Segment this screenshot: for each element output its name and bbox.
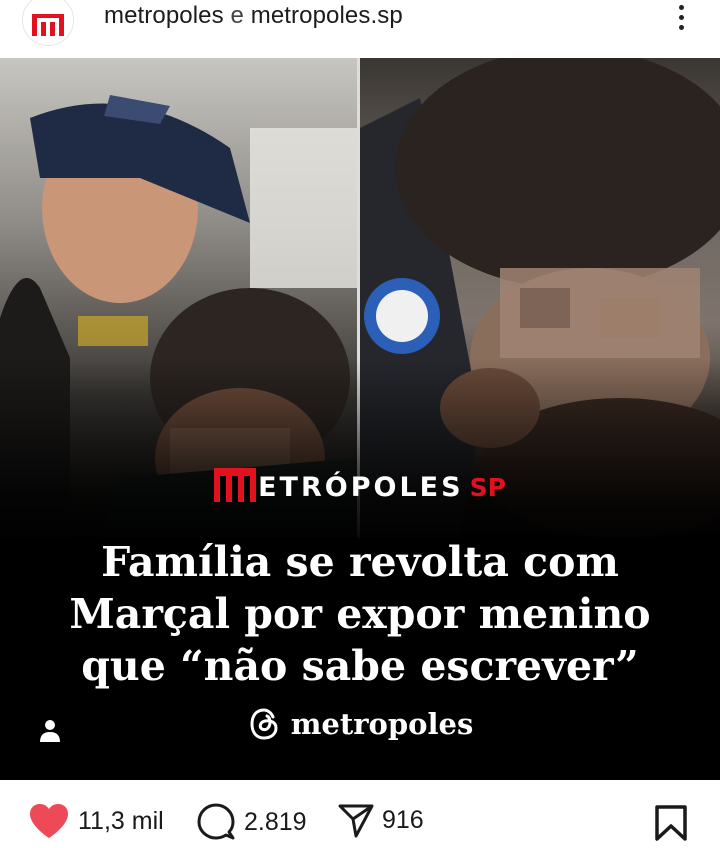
- threads-handle: metropoles: [290, 707, 474, 741]
- headline-line-1: Família se revolta com: [101, 538, 619, 586]
- headline-line-3: que “não sabe escrever”: [81, 642, 639, 690]
- post-media[interactable]: ETRÓPOLES SP Família se revolta com Març…: [0, 58, 720, 780]
- comment-button[interactable]: 2.819: [196, 802, 307, 842]
- metropoles-logo-icon: [32, 14, 64, 36]
- more-options-button[interactable]: [668, 0, 694, 34]
- headline: Família se revolta com Marçal por expor …: [0, 536, 720, 692]
- bottom-shade: [0, 358, 720, 558]
- account-separator: e: [230, 2, 244, 29]
- more-vertical-icon: [678, 4, 684, 10]
- avatar[interactable]: [22, 0, 74, 46]
- threads-tag: metropoles: [0, 706, 720, 742]
- like-count[interactable]: 11,3 mil: [78, 807, 164, 836]
- brand-name: ETRÓPOLES: [258, 472, 464, 503]
- account-secondary[interactable]: metropoles.sp: [251, 2, 403, 29]
- post-header: metropoles e metropoles.sp: [0, 0, 720, 58]
- post-actions: 11,3 mil 2.819 916: [0, 780, 720, 848]
- heart-icon: [30, 804, 68, 838]
- metropoles-brand-icon: [214, 468, 257, 502]
- comment-count[interactable]: 2.819: [244, 808, 307, 837]
- account-primary[interactable]: metropoles: [104, 2, 224, 29]
- send-icon: [338, 804, 374, 838]
- share-button[interactable]: 916: [338, 802, 424, 838]
- headline-line-2: Marçal por expor menino: [69, 590, 651, 638]
- brand-region: SP: [469, 473, 506, 502]
- share-count[interactable]: 916: [382, 806, 424, 835]
- threads-icon: [250, 708, 278, 740]
- bookmark-icon[interactable]: [654, 804, 688, 842]
- brand-logo: ETRÓPOLES SP: [0, 468, 720, 502]
- like-button[interactable]: 11,3 mil: [28, 802, 164, 840]
- comment-icon: [197, 803, 235, 840]
- account-names[interactable]: metropoles e metropoles.sp: [104, 2, 403, 30]
